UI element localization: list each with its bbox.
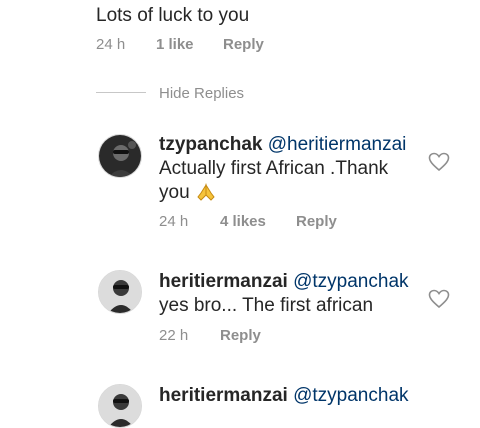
parent-reply-button[interactable]: Reply bbox=[223, 36, 264, 53]
parent-comment-likes[interactable]: 1 like bbox=[156, 36, 194, 53]
hide-replies-divider bbox=[96, 92, 146, 93]
reply-time: 24 h bbox=[159, 213, 189, 230]
reply-header: heritiermanzai @tzypanchak bbox=[159, 384, 409, 408]
avatar[interactable] bbox=[98, 134, 142, 178]
reply-likes[interactable]: 4 likes bbox=[220, 213, 266, 230]
reply-button[interactable]: Reply bbox=[296, 213, 337, 230]
avatar-photo bbox=[99, 271, 141, 313]
reply-text-line-2-text: you bbox=[159, 182, 190, 203]
reply-time: 22 h bbox=[159, 327, 189, 344]
reply-text-line-1: Actually first African .Thank bbox=[159, 158, 389, 179]
avatar-photo bbox=[99, 385, 141, 427]
praying-hands-icon bbox=[195, 182, 217, 202]
parent-comment-time: 24 h bbox=[96, 36, 126, 53]
hide-replies-button[interactable]: Hide Replies bbox=[159, 85, 244, 102]
avatar[interactable] bbox=[98, 384, 142, 428]
like-heart-icon[interactable] bbox=[428, 289, 450, 309]
reply-button[interactable]: Reply bbox=[220, 327, 261, 344]
username-link[interactable]: heritiermanzai bbox=[159, 385, 288, 406]
username-link[interactable]: heritiermanzai bbox=[159, 271, 288, 292]
reply-header: heritiermanzai @tzypanchak bbox=[159, 270, 409, 294]
username-link[interactable]: tzypanchak bbox=[159, 134, 262, 155]
reply-text-line-1: yes bro... The first african bbox=[159, 295, 374, 316]
reply-header: tzypanchak @heritiermanzai bbox=[159, 133, 406, 157]
avatar[interactable] bbox=[98, 270, 142, 314]
avatar-photo bbox=[99, 135, 141, 177]
mention-link[interactable]: @heritiermanzai bbox=[268, 134, 407, 155]
parent-comment-text: Lots of luck to you bbox=[96, 5, 250, 26]
mention-link[interactable]: @tzypanchak bbox=[293, 271, 408, 292]
mention-link[interactable]: @tzypanchak bbox=[293, 385, 408, 406]
reply-text-line-2: you bbox=[159, 181, 217, 205]
like-heart-icon[interactable] bbox=[428, 152, 450, 172]
